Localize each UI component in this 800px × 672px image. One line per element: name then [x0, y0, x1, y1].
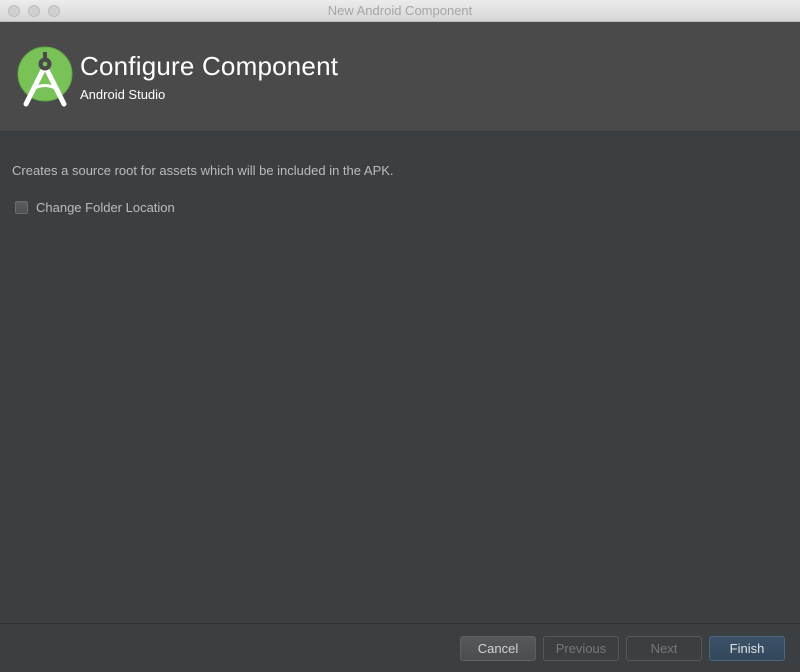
change-folder-location-label[interactable]: Change Folder Location: [36, 200, 175, 215]
page-title: Configure Component: [80, 51, 339, 81]
wizard-header: Configure Component Android Studio: [0, 22, 800, 132]
next-button[interactable]: Next: [626, 636, 702, 661]
new-android-component-window: New Android Component Configure Componen…: [0, 0, 800, 672]
footer-divider: [0, 623, 800, 624]
change-folder-location-option[interactable]: Change Folder Location: [15, 199, 175, 215]
component-description: Creates a source root for assets which w…: [12, 163, 394, 178]
cancel-button[interactable]: Cancel: [460, 636, 536, 661]
change-folder-location-checkbox[interactable]: [15, 200, 28, 214]
window-title: New Android Component: [327, 3, 473, 18]
previous-button[interactable]: Previous: [543, 636, 619, 661]
finish-button[interactable]: Finish: [709, 636, 785, 661]
android-studio-logo-icon: [17, 46, 73, 107]
title-bar: New Android Component: [0, 0, 800, 22]
page-subtitle: Android Studio: [80, 87, 166, 102]
